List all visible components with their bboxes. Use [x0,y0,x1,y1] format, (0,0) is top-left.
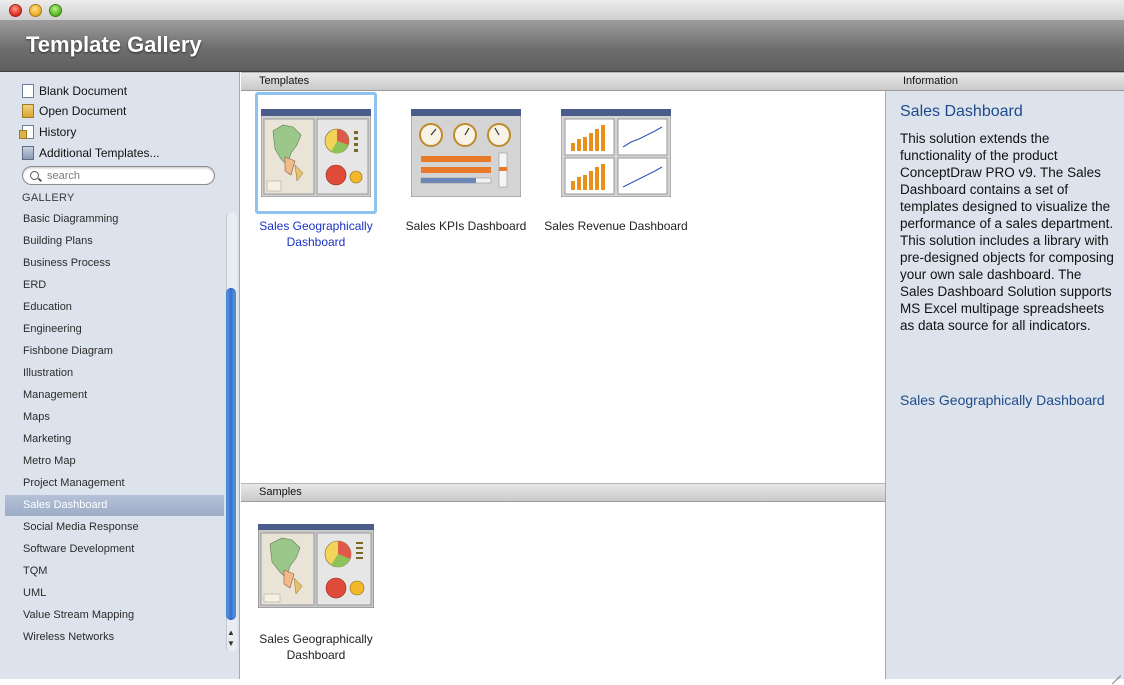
page-title: Template Gallery [26,32,202,57]
blank-document-link[interactable]: Blank Document [22,82,127,100]
category-marketing[interactable]: Marketing [5,429,224,450]
kpis-dashboard-thumbnail [411,109,521,197]
open-document-label: Open Document [39,104,127,118]
download-icon [22,146,34,160]
gallery-section-header: GALLERY [22,192,75,204]
search-input[interactable] [47,168,207,183]
blank-document-icon [22,84,34,98]
sample-thumbnail-frame [255,505,377,627]
category-management[interactable]: Management [5,385,224,406]
geo-sample-thumbnail [258,524,374,608]
additional-templates-label: Additional Templates... [39,146,160,160]
template-sales-geographically-dashboard[interactable]: Sales Geographically Dashboard [241,92,391,250]
category-fishbone-diagram[interactable]: Fishbone Diagram [5,341,224,362]
category-business-process[interactable]: Business Process [5,253,224,274]
category-social-media-response[interactable]: Social Media Response [5,517,224,538]
history-label: History [39,125,77,139]
resize-grip-icon[interactable] [1111,666,1121,676]
information-section-header: Information [885,72,1124,91]
template-sales-revenue-dashboard[interactable]: Sales Revenue Dashboard [541,92,691,234]
zoom-window-button[interactable] [49,4,62,17]
template-sales-kpis-dashboard[interactable]: Sales KPIs Dashboard [391,92,541,234]
category-value-stream-mapping[interactable]: Value Stream Mapping [5,605,224,626]
scroll-down-arrow-icon[interactable]: ▼ [226,639,236,649]
templates-section-header: Templates [241,72,885,91]
category-illustration[interactable]: Illustration [5,363,224,384]
sample-label: Sales Geographically Dashboard [259,632,373,662]
category-software-development[interactable]: Software Development [5,539,224,560]
template-label: Sales KPIs Dashboard [405,219,527,233]
category-erd[interactable]: ERD [5,275,224,296]
category-maps[interactable]: Maps [5,407,224,428]
info-template-link[interactable]: Sales Geographically Dashboard [900,392,1115,409]
category-wireless-networks[interactable]: Wireless Networks [5,627,224,648]
template-label: Sales Geographically Dashboard [259,219,373,249]
template-thumbnail-frame [555,92,677,214]
history-link[interactable]: History [19,123,77,141]
sidebar: Blank Document Open Document History Add… [0,72,240,679]
category-scrollbar-thumb[interactable] [226,288,236,620]
open-document-link[interactable]: Open Document [22,102,126,120]
template-thumbnail-frame [405,92,527,214]
category-uml[interactable]: UML [5,583,224,604]
history-icon [19,125,34,139]
revenue-dashboard-thumbnail [561,109,671,197]
close-window-button[interactable] [9,4,22,17]
category-metro-map[interactable]: Metro Map [5,451,224,472]
sample-sales-geographically-dashboard[interactable]: Sales Geographically Dashboard [241,505,391,663]
search-icon [30,171,39,180]
category-project-management[interactable]: Project Management [5,473,224,494]
category-building-plans[interactable]: Building Plans [5,231,224,252]
samples-section-header: Samples [241,483,885,502]
template-thumbnail-frame [255,92,377,214]
info-description: This solution extends the functionality … [900,131,1114,333]
window-titlebar [0,0,1124,21]
category-engineering[interactable]: Engineering [5,319,224,340]
category-sales-dashboard[interactable]: Sales Dashboard [5,495,224,516]
additional-templates-link[interactable]: Additional Templates... [22,144,160,162]
category-tqm[interactable]: TQM [5,561,224,582]
info-title: Sales Dashboard [900,103,1023,120]
geo-dashboard-thumbnail [261,109,371,197]
gallery-header: Template Gallery [0,21,1124,72]
minimize-window-button[interactable] [29,4,42,17]
category-basic-diagramming[interactable]: Basic Diagramming [5,209,224,230]
open-document-icon [22,104,34,118]
blank-document-label: Blank Document [39,84,128,98]
template-label: Sales Revenue Dashboard [544,219,688,233]
category-education[interactable]: Education [5,297,224,318]
scroll-up-arrow-icon[interactable]: ▲ [226,628,236,638]
information-panel: Sales Dashboard This solution extends th… [885,91,1124,679]
search-field[interactable] [22,166,215,185]
